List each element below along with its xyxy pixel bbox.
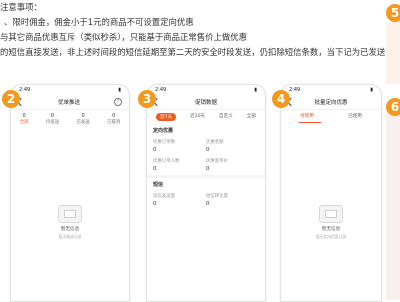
stat-cancelled[interactable]: 0 已取消 [107, 113, 120, 125]
note-item: 与其它商品优惠互斥（类似秒杀），只能基于商品正常售价上做优惠 [0, 32, 248, 42]
tab-indicator [299, 122, 321, 123]
nav-bar: 优单推送 ? [11, 95, 129, 110]
step-badge-2: 2 [2, 90, 20, 108]
battery-icon: ▮ [254, 87, 257, 93]
empty-title: 暂无信息 [60, 227, 80, 232]
stat-sent[interactable]: 0 已发送 [77, 113, 90, 125]
status-tabs: 待使用 已使用 [281, 110, 381, 122]
nav-bar: 批量定向优惠 [281, 95, 381, 110]
metric-values: 00 [153, 201, 210, 207]
tab-7days[interactable]: 近7天 [155, 113, 177, 121]
page-title: 批量定向优惠 [314, 100, 348, 106]
phone-screen-partial-6 [386, 104, 400, 300]
metric-labels: 优惠订单人数 优惠客单价 [153, 159, 228, 164]
empty-box-icon [319, 205, 343, 223]
tab-30days[interactable]: 近30天 [190, 113, 205, 121]
page-title: 促销数据 [194, 100, 217, 106]
metric-values: 00 [153, 166, 210, 172]
notes-panel: 注意事项： 、限时佣金，佣金小于1元的商品不可设置定向优惠 与其它商品优惠互斥（… [0, 0, 400, 62]
section-title: 定向优惠 [153, 128, 174, 134]
metric-values: 00 [153, 147, 210, 153]
empty-box-icon [58, 205, 82, 223]
phone-screen-partial-5 [386, 20, 400, 84]
empty-state: 暂无信息 暂无推送记录 [11, 205, 129, 239]
status-bar: 2:49 ▮ [281, 85, 381, 95]
metric-labels: 优惠订单数 优惠金额 [153, 140, 224, 145]
metric-labels: 短信发送量 短信转化量 [153, 194, 228, 199]
battery-icon: ▮ [370, 87, 373, 93]
notes-heading: 注意事项： [0, 2, 42, 12]
tab-all[interactable]: 全部 [247, 113, 256, 121]
status-time: 2:49 [155, 87, 167, 93]
battery-icon: ▮ [118, 87, 121, 93]
status-time: 2:49 [289, 87, 301, 93]
step-badge-4: 4 [272, 90, 290, 108]
tab-unused[interactable]: 待使用 [300, 113, 314, 119]
tab-used[interactable]: 已使用 [348, 113, 362, 119]
nav-bar: 促销数据 [147, 95, 265, 110]
phone-screen-push-list: 2:49 ▮ 优单推送 ? 0 全部 0 待发送 0 已发送 0 已取消 暂无信息 暂无推… [10, 84, 130, 302]
page-title: 优单推送 [57, 100, 80, 106]
date-tabs: 近7天 近30天 自定义 全部 [147, 110, 265, 124]
empty-state: 暂无信息 暂无定向优惠记录 [281, 205, 381, 239]
empty-desc: 暂无推送记录 [58, 234, 82, 239]
section-title: 短信 [153, 182, 164, 188]
phone-screen-batch-offer: 2:49 ▮ 批量定向优惠 待使用 已使用 暂无信息 暂无定向优惠记录 [280, 84, 382, 302]
empty-desc: 暂无定向优惠记录 [315, 234, 347, 239]
note-item: 的短信直接发送，非上述时间段的短信延期至第二天的安全时段发送，仍扣除短信条数，当… [0, 47, 386, 57]
push-stats: 0 全部 0 待发送 0 已发送 0 已取消 [11, 110, 129, 128]
step-badge-3: 3 [138, 90, 156, 108]
stat-pending[interactable]: 0 待发送 [46, 113, 59, 125]
status-time: 2:49 [19, 87, 31, 93]
status-bar: 2:49 ▮ [11, 85, 129, 95]
tab-custom[interactable]: 自定义 [219, 113, 233, 121]
help-icon[interactable]: ? [113, 98, 122, 106]
step-badge-5: 5 [386, 4, 400, 22]
status-bar: 2:49 ▮ [147, 85, 265, 95]
stat-all[interactable]: 0 全部 [20, 113, 29, 125]
note-item: 、限时佣金，佣金小于1元的商品不可设置定向优惠 [4, 17, 194, 27]
phone-screen-promo-data: 2:49 ▮ 促销数据 近7天 近30天 自定义 全部 定向优惠 优惠订单数 优惠金… [146, 84, 266, 302]
step-badge-6: 6 [386, 98, 400, 116]
empty-title: 暂无信息 [321, 227, 341, 232]
